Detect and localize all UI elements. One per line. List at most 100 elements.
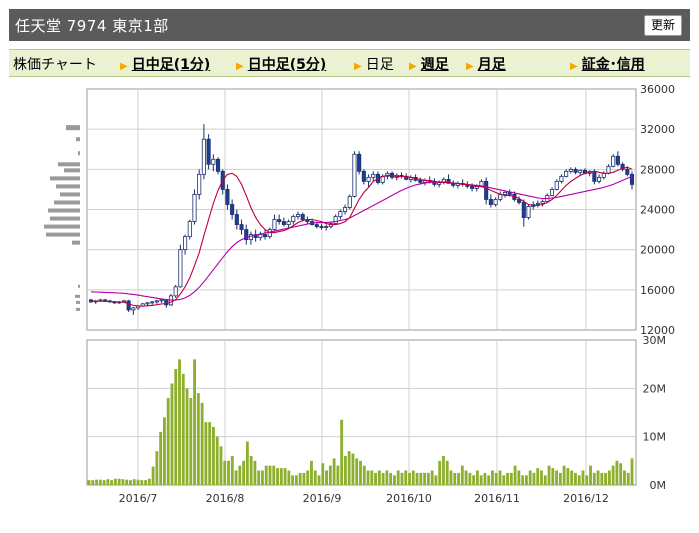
volume-bar bbox=[509, 472, 513, 485]
price-tick-label: 20000 bbox=[640, 244, 675, 257]
volume-bar bbox=[249, 456, 253, 485]
candle-body bbox=[470, 186, 475, 189]
volume-bar bbox=[445, 460, 449, 485]
volume-bar bbox=[355, 458, 359, 485]
volume-bar bbox=[344, 456, 347, 485]
candle-body bbox=[211, 158, 216, 165]
volume-bar bbox=[366, 470, 370, 485]
volume-bar bbox=[464, 470, 468, 485]
volume-bar bbox=[498, 470, 502, 485]
volume-bar bbox=[95, 479, 98, 485]
volume-tick-label: 10M bbox=[643, 431, 667, 444]
volume-bar bbox=[434, 475, 438, 485]
volume-bar bbox=[170, 383, 174, 485]
price-profile-bar bbox=[76, 307, 80, 311]
volume-tick-label: 20M bbox=[643, 382, 667, 395]
candle-body bbox=[338, 211, 343, 217]
volume-bar bbox=[159, 431, 163, 485]
price-profile-bar bbox=[48, 208, 80, 213]
volume-bar bbox=[163, 417, 166, 485]
volume-bar bbox=[536, 468, 540, 485]
volume-bar bbox=[215, 436, 219, 485]
volume-bar bbox=[547, 465, 551, 485]
volume-bar bbox=[253, 460, 257, 485]
volume-bar bbox=[98, 479, 102, 485]
volume-bar bbox=[242, 460, 246, 485]
volume-bar bbox=[219, 446, 223, 485]
candle-body bbox=[159, 299, 164, 302]
price-profile-bar bbox=[78, 151, 80, 156]
volume-bar bbox=[423, 472, 427, 485]
volume-bar bbox=[566, 468, 570, 485]
volume-bar bbox=[472, 475, 476, 485]
volume-bar bbox=[208, 422, 212, 485]
candle-body bbox=[615, 155, 620, 165]
candle-body bbox=[564, 170, 569, 177]
candle-body bbox=[314, 224, 319, 227]
volume-bar bbox=[298, 472, 302, 485]
volume-bar bbox=[174, 369, 178, 485]
volume-bar bbox=[110, 480, 114, 485]
volume-bar bbox=[283, 468, 287, 485]
volume-bar bbox=[185, 388, 189, 485]
volume-bar bbox=[589, 465, 592, 485]
volume-bar bbox=[615, 460, 619, 485]
volume-bar bbox=[487, 475, 491, 485]
volume-bar bbox=[400, 472, 404, 485]
stock-chart: 3600032000280002400020000160001200030M20… bbox=[44, 83, 675, 505]
volume-bar bbox=[630, 458, 634, 485]
volume-bar bbox=[513, 465, 517, 485]
candle-body bbox=[625, 168, 630, 175]
volume-bar bbox=[223, 460, 227, 485]
candle-body bbox=[371, 173, 376, 178]
candle-body bbox=[521, 202, 526, 218]
volume-bar bbox=[132, 479, 136, 485]
candle-body bbox=[629, 173, 635, 185]
candle-body bbox=[554, 180, 559, 190]
volume-bar bbox=[261, 470, 264, 485]
volume-bar bbox=[607, 470, 611, 485]
volume-bar bbox=[306, 470, 310, 485]
candle-body bbox=[611, 155, 616, 167]
candle-body bbox=[206, 138, 211, 165]
candle-body bbox=[568, 168, 573, 172]
volume-bar bbox=[234, 470, 238, 485]
volume-bar bbox=[377, 470, 381, 485]
price-tick-label: 24000 bbox=[640, 204, 675, 217]
candle-body bbox=[263, 234, 268, 238]
volume-bar bbox=[385, 470, 389, 485]
price-profile-bar bbox=[60, 192, 80, 197]
volume-bar bbox=[494, 472, 498, 485]
volume-bar bbox=[140, 480, 144, 485]
candle-body bbox=[286, 221, 291, 225]
volume-bar bbox=[204, 422, 208, 485]
candle-body bbox=[352, 153, 357, 197]
volume-bar bbox=[317, 475, 321, 485]
candle-body bbox=[258, 234, 263, 239]
volume-bar bbox=[574, 472, 577, 485]
volume-bar bbox=[457, 472, 460, 485]
volume-bar bbox=[528, 470, 532, 485]
volume-bar bbox=[521, 475, 525, 485]
candle-body bbox=[234, 214, 239, 225]
price-profile-bar bbox=[50, 216, 80, 221]
volume-bar bbox=[272, 465, 276, 485]
volume-bar bbox=[623, 470, 626, 485]
volume-bar bbox=[230, 456, 234, 485]
candle-body bbox=[300, 214, 305, 220]
candle-body bbox=[319, 226, 324, 228]
volume-bar bbox=[196, 393, 200, 485]
volume-bar bbox=[193, 359, 196, 485]
volume-bar bbox=[404, 470, 408, 485]
volume-bar bbox=[362, 465, 366, 485]
price-tick-label: 16000 bbox=[640, 284, 675, 297]
volume-bar bbox=[121, 479, 125, 485]
candle-body bbox=[578, 169, 583, 173]
volume-bar bbox=[540, 470, 543, 485]
candle-body bbox=[183, 236, 188, 251]
volume-bar bbox=[245, 441, 249, 485]
volume-bar bbox=[600, 472, 604, 485]
volume-bar bbox=[479, 475, 483, 485]
volume-bar bbox=[517, 470, 521, 485]
volume-bar bbox=[325, 470, 328, 485]
